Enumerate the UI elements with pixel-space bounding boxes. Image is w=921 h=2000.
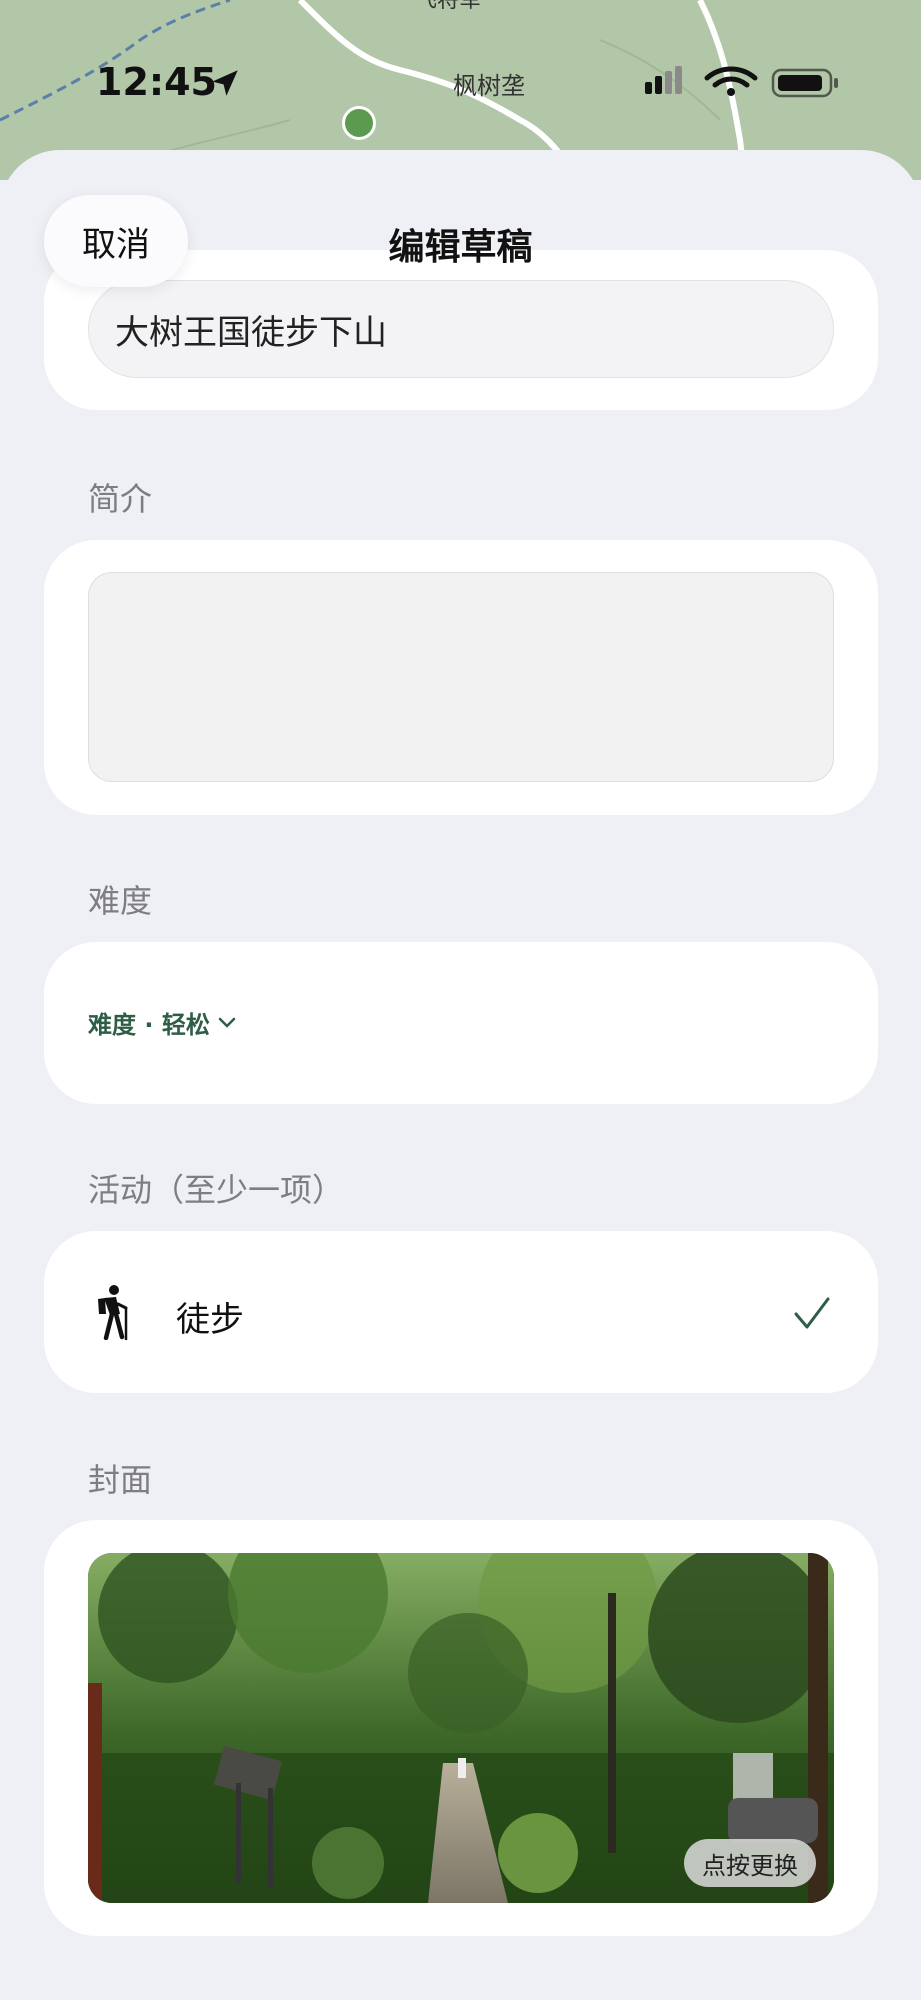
intro-label: 简介 [88,480,153,518]
activity-item-hiking[interactable] [44,1231,878,1393]
difficulty-label: 难度 [88,882,153,920]
cover-label: 封面 [88,1461,153,1499]
activity-item-label: 徒步 [176,1300,244,1340]
status-bar: 12:45 [0,0,921,140]
difficulty-value: 难度 · 轻松 [88,1011,210,1039]
intro-textarea[interactable] [88,572,834,782]
battery-icon [771,68,838,98]
change-cover-button[interactable]: 点按更换 [684,1839,816,1887]
cover-image[interactable]: 点按更换 [88,1553,834,1903]
checkmark-icon [794,1297,830,1329]
cellular-signal-icon [645,66,682,94]
hiker-icon [98,1285,128,1340]
difficulty-dropdown[interactable]: 难度 · 轻松 [88,1005,236,1040]
chevron-down-icon [218,1017,236,1028]
wifi-icon [704,66,758,96]
location-arrow-icon [212,70,238,96]
route-name-input[interactable]: 大树王国徒步下山 [88,280,834,378]
status-time: 12:45 [96,60,217,104]
cancel-button[interactable]: 取消 [44,195,188,287]
status-icons [645,66,838,98]
activity-label: 活动（至少一项） [88,1171,345,1209]
